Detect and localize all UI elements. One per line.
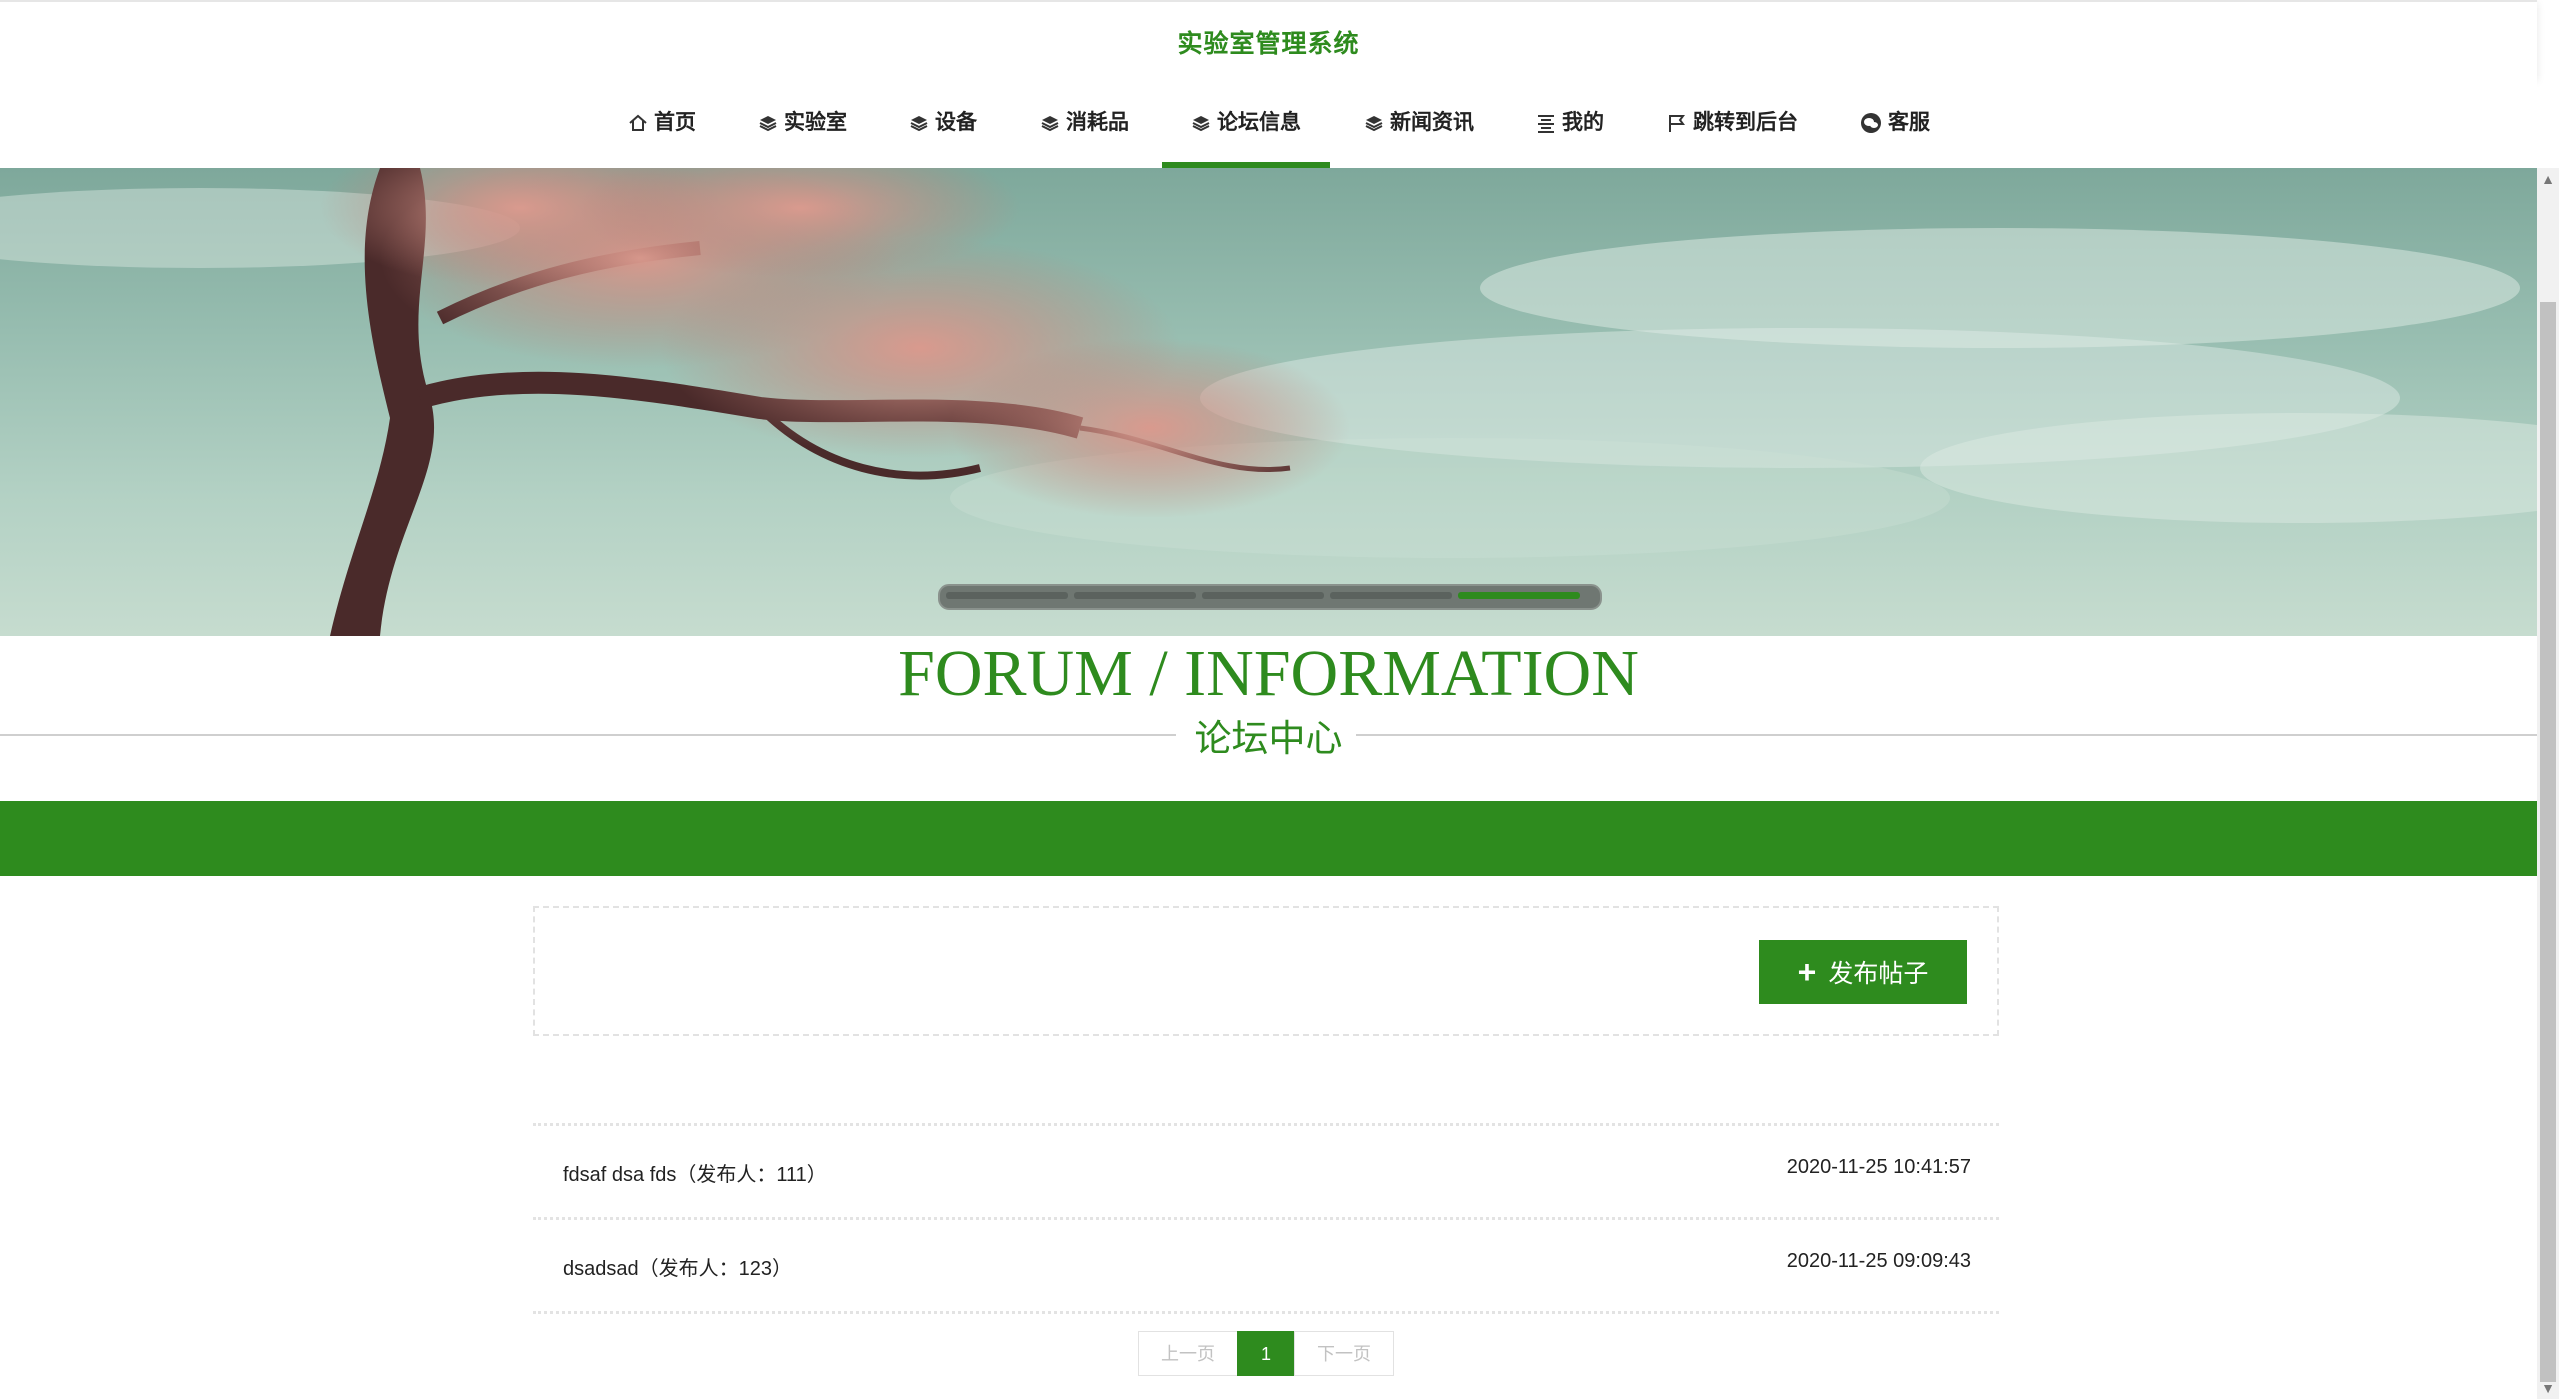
nav-label: 论坛信息 — [1217, 111, 1301, 134]
wechat-icon — [1861, 113, 1881, 133]
home-icon — [629, 114, 647, 131]
pagination: 上一页 1 下一页 — [1138, 1331, 1394, 1376]
layers-icon — [1192, 116, 1210, 132]
nav-label: 设备 — [935, 111, 977, 134]
nav-item-home[interactable]: 首页 — [628, 78, 696, 168]
list-item[interactable]: dsadsad（发布人：123） 2020-11-25 09:09:43 — [533, 1217, 1999, 1311]
nav-item-mine[interactable]: 我的 — [1536, 78, 1604, 168]
layers-icon — [759, 116, 777, 132]
layers-icon — [1041, 116, 1059, 132]
nav-label: 客服 — [1888, 111, 1930, 134]
next-page-button[interactable]: 下一页 — [1294, 1331, 1394, 1376]
nav-label: 新闻资讯 — [1390, 111, 1474, 134]
layers-icon — [1365, 116, 1383, 132]
header: 实验室管理系统 — [0, 0, 2537, 78]
flag-icon — [1669, 115, 1685, 132]
scroll-down-icon[interactable]: ▼ — [2537, 1377, 2559, 1399]
nav-item-equipment[interactable]: 设备 — [909, 78, 977, 168]
page: 实验室管理系统 首页 实验室 设备 消耗品 论坛信息 新闻资讯 我的 跳转到后台… — [0, 0, 2537, 1399]
post-title[interactable]: dsadsad（发布人：123） — [563, 1252, 792, 1281]
nav-item-lab[interactable]: 实验室 — [758, 78, 847, 168]
site-title: 实验室管理系统 — [1177, 30, 1360, 58]
carousel-dot[interactable] — [946, 592, 1068, 599]
carousel-dot[interactable] — [1330, 592, 1452, 599]
nav-item-service[interactable]: 客服 — [1860, 78, 1930, 168]
layers-icon — [910, 116, 928, 132]
forum-toolbar: + 发布帖子 — [533, 906, 1999, 1036]
banner-image — [0, 168, 2537, 636]
list-item[interactable]: fdsaf dsa fds（发布人：111） 2020-11-25 10:41:… — [533, 1123, 1999, 1217]
scroll-thumb[interactable] — [2540, 302, 2556, 1382]
carousel-dot-active[interactable] — [1458, 592, 1580, 599]
nav-label: 实验室 — [784, 111, 847, 134]
divider — [533, 1311, 1999, 1314]
nav-label: 我的 — [1562, 111, 1604, 134]
post-title[interactable]: fdsaf dsa fds（发布人：111） — [563, 1158, 827, 1187]
nav-item-news[interactable]: 新闻资讯 — [1364, 78, 1474, 168]
carousel-dot[interactable] — [1074, 592, 1196, 599]
nav-label: 首页 — [654, 111, 696, 134]
carousel-dot[interactable] — [1202, 592, 1324, 599]
post-time: 2020-11-25 10:41:57 — [1786, 1156, 1971, 1178]
prev-page-button[interactable]: 上一页 — [1138, 1331, 1238, 1376]
publish-post-button[interactable]: + 发布帖子 — [1759, 940, 1967, 1004]
post-time: 2020-11-25 09:09:43 — [1786, 1250, 1971, 1272]
nav-label: 消耗品 — [1066, 111, 1129, 134]
section-title-en: FORUM / INFORMATION — [898, 637, 1639, 710]
green-band — [0, 801, 2537, 876]
nav-item-consumables[interactable]: 消耗品 — [1040, 78, 1129, 168]
scroll-up-icon[interactable]: ▲ — [2537, 168, 2559, 190]
scrollbar[interactable]: ▲ ▼ — [2537, 168, 2559, 1399]
nav-item-forum[interactable]: 论坛信息 — [1162, 78, 1330, 168]
nav-item-admin[interactable]: 跳转到后台 — [1667, 78, 1798, 168]
carousel-indicator — [938, 584, 1602, 610]
banner-carousel[interactable] — [0, 168, 2537, 636]
section-title-cn: 论坛中心 — [1194, 718, 1343, 759]
page-number-button[interactable]: 1 — [1237, 1331, 1295, 1376]
list-icon — [1538, 115, 1554, 133]
plus-icon: + — [1797, 954, 1817, 990]
publish-label: 发布帖子 — [1828, 960, 1929, 988]
nav-label: 跳转到后台 — [1693, 111, 1798, 134]
main-nav: 首页 实验室 设备 消耗品 论坛信息 新闻资讯 我的 跳转到后台 客服 — [0, 78, 2537, 168]
